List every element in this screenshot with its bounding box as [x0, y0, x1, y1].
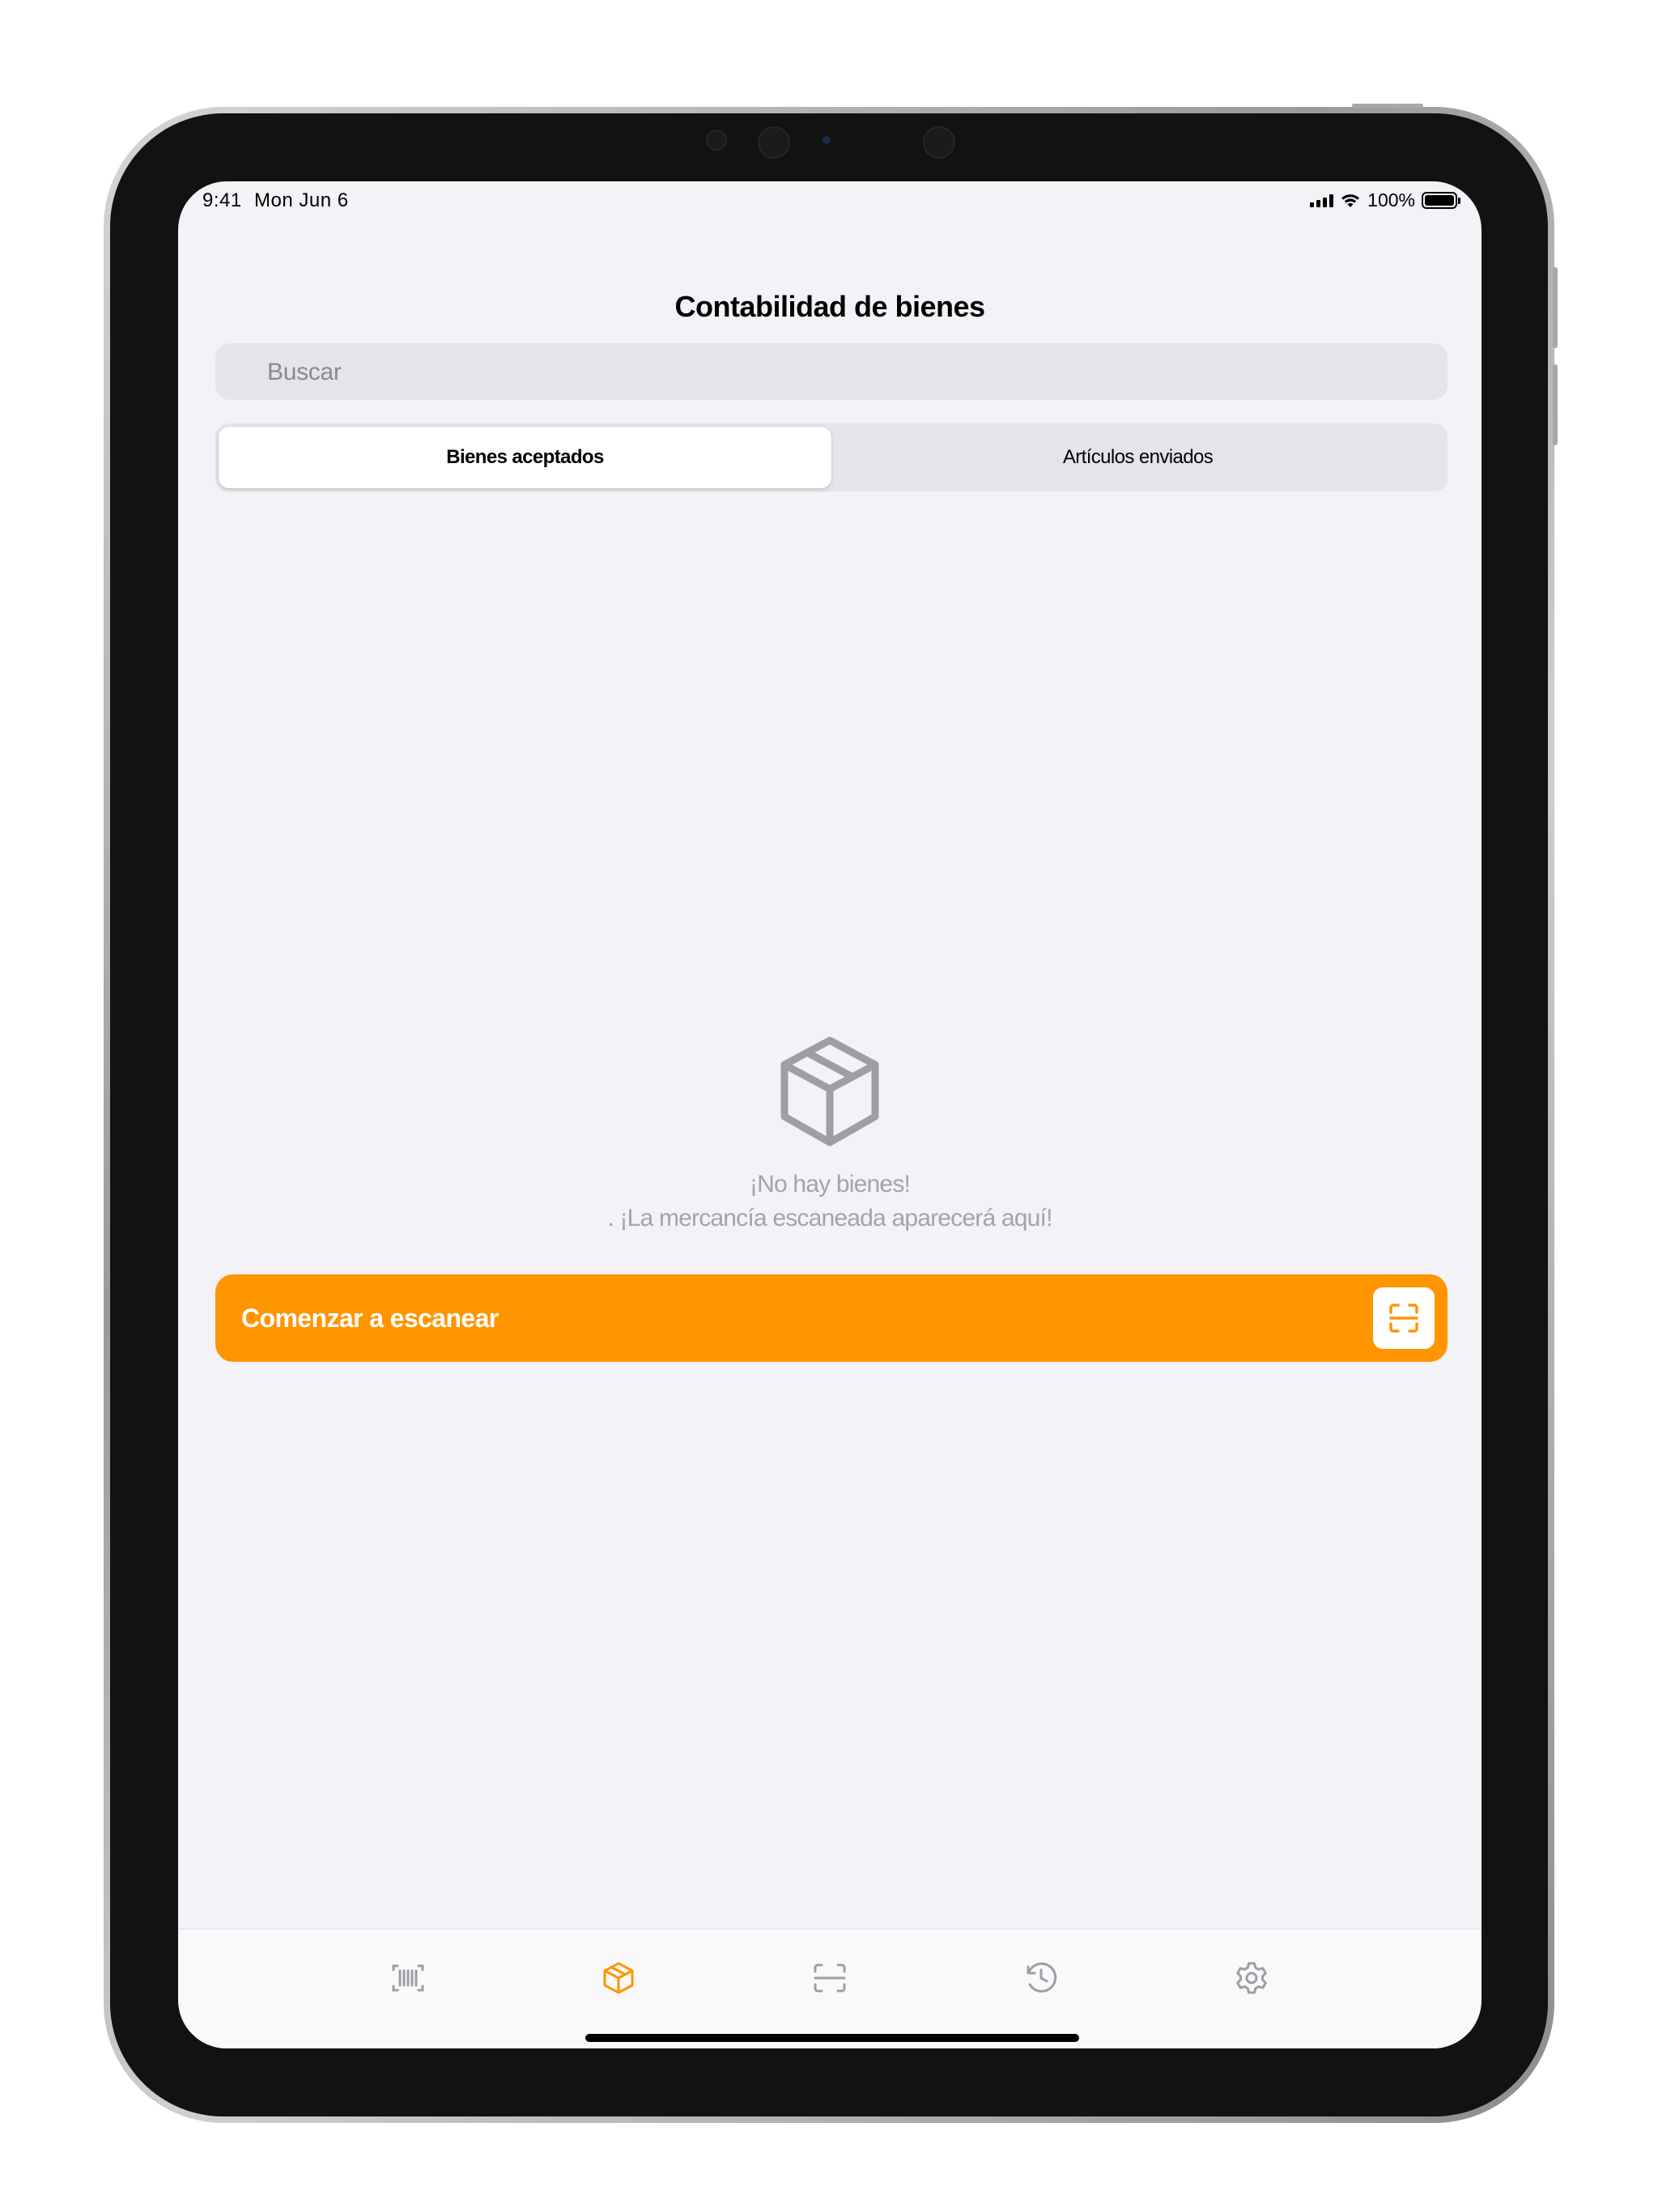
empty-state-title: ¡No hay bienes!: [749, 1171, 911, 1197]
scan-frame-icon: [814, 1963, 846, 1993]
page-title: Contabilidad de bienes: [674, 290, 985, 323]
battery-level: [1425, 195, 1454, 206]
search-field[interactable]: Buscar: [215, 343, 1448, 400]
status-bar: 9:41 Mon Jun 6 100%: [178, 181, 1482, 222]
cellular-signal-icon: [1310, 194, 1334, 207]
home-indicator[interactable]: [585, 2034, 1079, 2042]
front-camera: [758, 126, 790, 159]
app-screen: 9:41 Mon Jun 6 100% Contabilidad de bien…: [178, 181, 1482, 2048]
tab-goods[interactable]: [594, 1954, 643, 2002]
status-indicators: 100%: [1310, 189, 1460, 211]
ambient-sensor: [823, 136, 831, 144]
history-clock-icon: [1027, 1962, 1057, 1993]
package-box-icon: [603, 1962, 634, 1994]
front-sensor: [706, 130, 727, 151]
search-placeholder[interactable]: Buscar: [267, 359, 342, 386]
wifi-icon: [1341, 194, 1360, 207]
tab-history[interactable]: [1017, 1954, 1065, 2002]
start-scanning-button[interactable]: Comenzar a escanear: [215, 1274, 1448, 1362]
battery-icon: [1422, 192, 1460, 209]
scan-badge: [1373, 1287, 1435, 1349]
segmented-control: Bienes aceptados Artículos enviados: [215, 423, 1448, 491]
tab-scan[interactable]: [806, 1954, 854, 2002]
status-time: 9:41: [202, 189, 242, 211]
scan-frame-icon: [1389, 1304, 1418, 1333]
volume-down-button[interactable]: [1553, 364, 1558, 445]
top-button[interactable]: [1352, 104, 1423, 108]
barcode-icon: [392, 1964, 424, 1992]
package-box-icon: [780, 1036, 879, 1146]
tab-barcode[interactable]: [384, 1954, 432, 2002]
empty-state-subtitle: . ¡La mercancía escaneada aparecerá aquí…: [607, 1205, 1052, 1231]
volume-up-button[interactable]: [1553, 267, 1558, 348]
tab-bar: [178, 1929, 1482, 2048]
status-date: Mon Jun 6: [254, 189, 349, 211]
battery-percent: 100%: [1367, 189, 1415, 211]
gear-icon: [1236, 1962, 1267, 1994]
tab-settings[interactable]: [1227, 1954, 1276, 2002]
face-id-sensor: [923, 126, 955, 159]
segment-accepted-goods[interactable]: Bienes aceptados: [219, 427, 831, 488]
start-scanning-label: Comenzar a escanear: [241, 1304, 499, 1333]
segment-sent-items[interactable]: Artículos enviados: [831, 427, 1444, 488]
